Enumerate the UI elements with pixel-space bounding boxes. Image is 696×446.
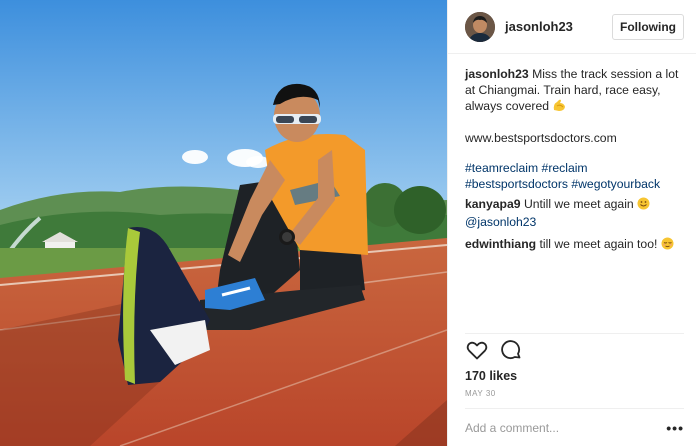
- post-side-panel: jasonloh23 Following jasonloh23 Miss the…: [447, 0, 696, 446]
- post-view: jasonloh23 Following jasonloh23 Miss the…: [0, 0, 696, 446]
- comment-username[interactable]: edwinthiang: [465, 237, 536, 251]
- comment-mention[interactable]: @jasonloh23: [465, 215, 536, 229]
- post-photo[interactable]: [0, 0, 447, 446]
- comment-icon[interactable]: [499, 338, 523, 362]
- likes-count[interactable]: 170 likes: [448, 365, 696, 383]
- runner-photo-illustration: [0, 0, 447, 446]
- add-comment-input[interactable]: [465, 420, 664, 435]
- caption-website: www.bestsportsdoctors.com: [465, 131, 617, 145]
- comment-item: edwinthiang till we meet again too!: [465, 236, 684, 254]
- caption-username[interactable]: jasonloh23: [465, 67, 529, 81]
- post-header: jasonloh23 Following: [448, 0, 696, 54]
- comments-list: jasonloh23 Miss the track session a lot …: [448, 54, 696, 333]
- heart-icon[interactable]: [465, 338, 489, 362]
- post-date: MAY 30: [465, 389, 496, 398]
- comment-text: Untill we meet again: [523, 197, 634, 211]
- post-caption: jasonloh23 Miss the track session a lot …: [465, 66, 684, 116]
- post-actions: [465, 333, 684, 365]
- caption-hashtags[interactable]: #teamreclaim #reclaim #bestsportsdoctors…: [465, 160, 684, 192]
- comment-item: kanyapa9 Untill we meet again @jasonloh2…: [465, 196, 684, 230]
- header-username[interactable]: jasonloh23: [505, 19, 612, 34]
- avatar-image: [465, 11, 495, 42]
- relieved-emoji-icon: [661, 237, 674, 254]
- more-options-icon[interactable]: •••: [664, 420, 684, 436]
- comment-username[interactable]: kanyapa9: [465, 197, 521, 211]
- comment-text: till we meet again too!: [539, 237, 658, 251]
- add-comment-bar: •••: [465, 408, 684, 446]
- following-button[interactable]: Following: [612, 13, 684, 40]
- smile-emoji-icon: [637, 197, 650, 214]
- avatar[interactable]: [465, 11, 495, 42]
- flexed-biceps-emoji-icon: [552, 98, 566, 116]
